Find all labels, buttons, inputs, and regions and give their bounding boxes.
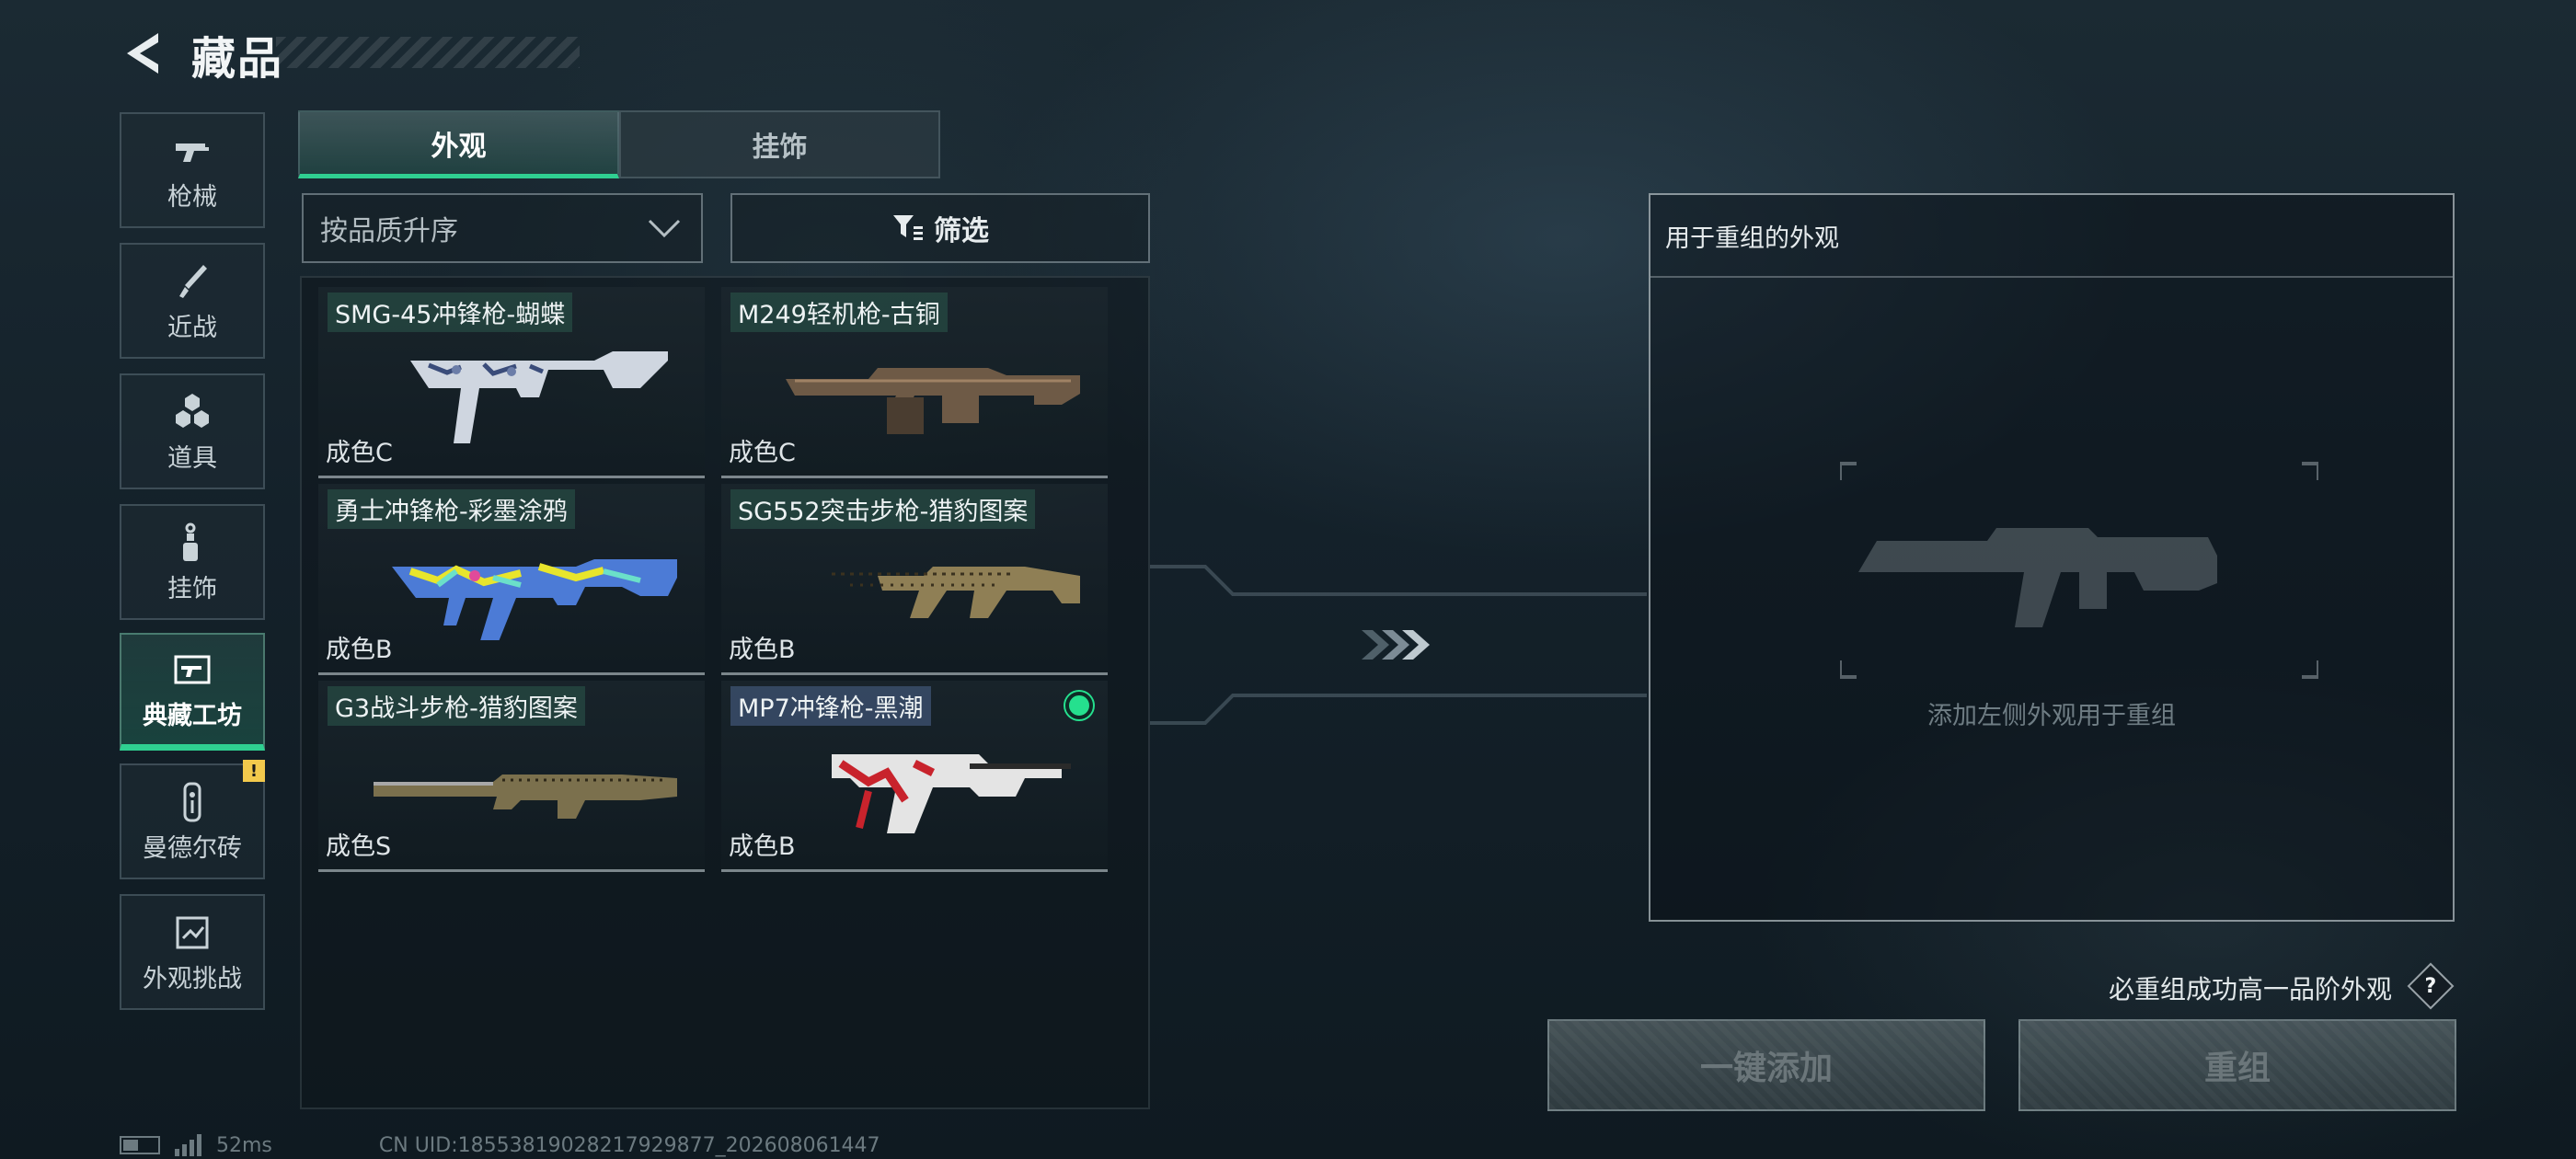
title-decoration (276, 37, 580, 68)
sidebar-item-melee[interactable]: 近战 (120, 243, 265, 359)
sidebar-item-label: 道具 (167, 443, 217, 473)
sidebar-item-label: 枪械 (167, 182, 217, 212)
add-all-button[interactable]: 一键添加 (1547, 1019, 1985, 1111)
tab-charms[interactable]: 挂饰 (619, 110, 940, 178)
sidebar-item-items[interactable]: 道具 (120, 373, 265, 489)
rifle-icon (176, 143, 209, 162)
skin-card[interactable]: SG552突击步枪-猎豹图案 成色B (721, 484, 1108, 675)
skin-name: M249轻机枪-古铜 (730, 293, 948, 332)
tab-bar: 外观 挂饰 (298, 110, 940, 178)
help-icon[interactable]: ? (2407, 962, 2455, 1010)
recombine-button[interactable]: 重组 (2018, 1019, 2456, 1111)
tab-appearance[interactable]: 外观 (298, 110, 619, 178)
skin-grade: 成色C (326, 439, 393, 467)
skin-grade: 成色B (326, 636, 393, 664)
skin-grade: 成色B (729, 832, 796, 861)
skin-card[interactable]: G3战斗步枪-猎豹图案 成色S (318, 681, 705, 872)
sort-dropdown[interactable]: 按品质升序 (302, 193, 703, 263)
sidebar-item-label: 近战 (167, 313, 217, 342)
skin-name: 勇士冲锋枪-彩墨涂鸦 (328, 489, 575, 529)
knife-icon (179, 264, 207, 298)
skin-card[interactable]: SMG-45冲锋枪-蝴蝶 成色C (318, 287, 705, 478)
connector-lines (1150, 565, 1647, 725)
m249-bronze-skin (786, 368, 1080, 434)
page-title: 藏品 (191, 33, 284, 85)
skin-grid: SMG-45冲锋枪-蝴蝶 成色C M249轻机枪-古铜 成色C 勇士冲锋枪-彩墨… (300, 276, 1150, 1109)
sidebar-item-charms[interactable]: 挂饰 (120, 504, 265, 620)
charm-icon (183, 522, 198, 561)
sidebar-item-challenge[interactable]: 外观挑战 (120, 894, 265, 1010)
skin-grade: 成色S (326, 832, 392, 861)
skin-grade: 成色C (729, 439, 796, 467)
skin-card[interactable]: M249轻机枪-古铜 成色C (721, 287, 1108, 478)
smg45-butterfly-skin (410, 351, 668, 443)
sidebar-item-label: 典藏工坊 (143, 702, 242, 730)
challenge-icon (176, 916, 209, 948)
placeholder-gun-icon[interactable] (1840, 460, 2318, 681)
warrior-smg-graffiti-skin (392, 559, 677, 640)
ping-value: 52ms (216, 1133, 272, 1157)
uid-text: CN UID:1855381902821792987​7_20260806144… (378, 1133, 880, 1157)
selected-indicator (1065, 692, 1093, 719)
skin-card-selected[interactable]: MP7冲锋枪-黑潮 成色B (721, 681, 1108, 872)
mandel-brick-icon (183, 782, 201, 821)
skin-name: G3战斗步枪-猎豹图案 (328, 686, 585, 726)
skin-name: MP7冲锋枪-黑潮 (730, 686, 931, 726)
placeholder-text: 添加左侧外观用于重组 (1927, 702, 2176, 730)
sidebar-item-workshop[interactable]: 典藏工坊 (120, 633, 265, 751)
g3-cheetah-skin (374, 775, 677, 819)
battery-icon (120, 1136, 160, 1154)
warning-badge: ! (243, 760, 265, 782)
sidebar-item-mandel-brick[interactable]: ! 曼德尔砖 (120, 760, 265, 879)
skin-card[interactable]: 勇士冲锋枪-彩墨涂鸦 成色B (318, 484, 705, 675)
skin-name: SG552突击步枪-猎豹图案 (730, 489, 1036, 529)
sg552-cheetah-skin (786, 567, 1080, 618)
sidebar-item-label: 曼德尔砖 (143, 833, 242, 863)
status-bar: 52ms CN UID:1855381902821792987​7_202608… (120, 1131, 880, 1159)
sort-label: 按品质升序 (320, 215, 458, 247)
filter-button[interactable]: 筛选 (730, 193, 1150, 263)
filter-icon (893, 215, 923, 240)
sidebar-item-guns[interactable]: 枪械 (120, 112, 265, 228)
grenade-stack-icon (176, 393, 209, 428)
recombine-hint: 必重组成功高一品阶外观 (2108, 974, 2392, 1004)
chevrons-icon (1362, 630, 1430, 660)
skin-grade: 成色B (729, 636, 796, 664)
sidebar-item-label: 挂饰 (167, 574, 217, 603)
filter-label: 筛选 (934, 215, 989, 247)
help-label: ? (2424, 974, 2437, 998)
sidebar-item-label: 外观挑战 (143, 964, 242, 993)
back-arrow-icon[interactable] (118, 28, 169, 79)
signal-icon (175, 1134, 201, 1156)
chevron-down-icon (648, 219, 681, 238)
recombine-header: 用于重组的外观 (1650, 195, 2453, 278)
workshop-icon (174, 655, 211, 684)
skin-name: SMG-45冲锋枪-蝴蝶 (328, 293, 573, 332)
mp7-black-tide-skin (832, 754, 1071, 833)
